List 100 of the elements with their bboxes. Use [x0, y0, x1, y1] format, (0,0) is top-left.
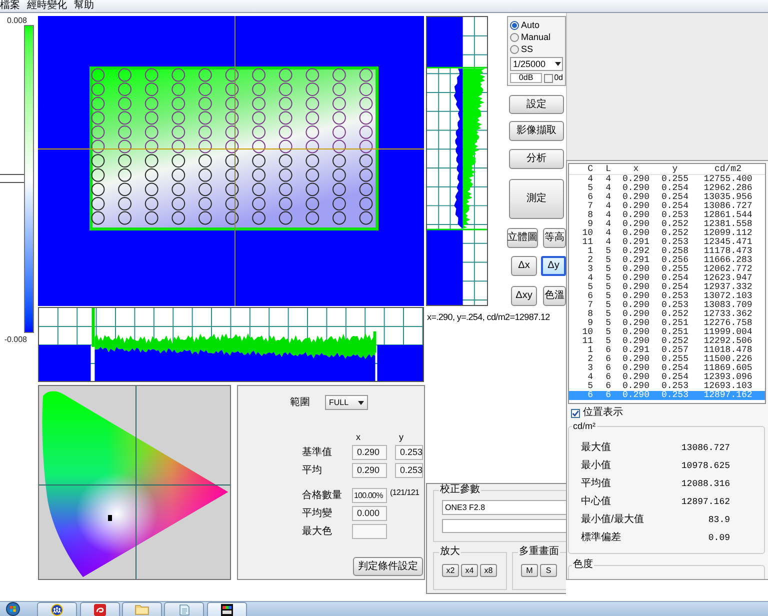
column-header[interactable]: cd/m2 — [691, 164, 765, 174]
gain-field[interactable]: 0dB — [510, 73, 542, 83]
range-dropdown[interactable]: FULL — [325, 395, 368, 410]
column-header[interactable]: C — [569, 164, 597, 174]
zoom-button[interactable]: x2 — [442, 564, 459, 577]
measurement-circle — [359, 140, 373, 154]
measurement-circle — [172, 154, 186, 168]
range-label: 範圍 — [290, 398, 310, 408]
measurement-circle — [198, 154, 212, 168]
table-row[interactable]: 6 4 0.290 0.254 13035.956 — [569, 193, 765, 202]
view-button[interactable]: 色溫 — [543, 286, 566, 306]
checkbox-option[interactable]: 0d — [544, 74, 563, 82]
table-cell-text: 12962.286 — [702, 184, 754, 193]
view-button[interactable]: 等高 — [543, 228, 566, 248]
table-cell-text: 0.290 — [621, 193, 650, 202]
table-row[interactable]: 2 5 0.291 0.256 11666.283 — [569, 256, 765, 265]
column-header[interactable]: y — [659, 164, 691, 174]
table-row[interactable]: 4 5 0.290 0.254 12623.947 — [569, 274, 765, 283]
table-cell-text: 0.290 — [621, 355, 650, 364]
table-cell-text: 12861.544 — [702, 211, 754, 220]
table-row[interactable]: 9 5 0.290 0.251 12276.758 — [569, 319, 765, 328]
measurement-circle — [225, 96, 239, 110]
measurement-circle — [172, 96, 186, 110]
stat-value: 13086.727 — [681, 444, 730, 452]
input-field[interactable] — [442, 519, 567, 533]
table-row[interactable]: 10 5 0.290 0.251 11999.004 — [569, 328, 765, 337]
table-cell-text: 0.254 — [660, 283, 690, 292]
criteria-button[interactable]: 判定條件設定 — [353, 557, 423, 576]
table-row[interactable]: 1 5 0.292 0.258 11178.473 — [569, 247, 765, 256]
measurement-circle — [144, 68, 158, 82]
table-row[interactable]: 4 6 0.290 0.254 12393.096 — [569, 373, 765, 382]
view-button[interactable]: Δx — [511, 256, 537, 276]
table-row[interactable]: 6 5 0.290 0.253 13072.103 — [569, 292, 765, 301]
view-button[interactable]: Δy — [541, 256, 566, 276]
action-button[interactable]: 測定 — [509, 179, 564, 220]
table-row[interactable]: 8 5 0.290 0.252 12733.362 — [569, 310, 765, 319]
table-cell-text: 0.290 — [621, 229, 650, 238]
stat-label: 最小值/最大值 — [581, 515, 644, 525]
table-row[interactable]: 7 5 0.290 0.253 13083.709 — [569, 301, 765, 310]
measurement-circle — [359, 211, 373, 225]
measurement-circle — [144, 111, 158, 125]
view-mode-button[interactable]: M — [521, 564, 538, 577]
table-cell-text: 3 — [586, 265, 594, 274]
action-button[interactable]: 分析 — [509, 149, 564, 170]
radio-option[interactable]: SS — [510, 43, 563, 55]
menu-item[interactable]: 幫助 — [74, 0, 94, 12]
table-cell-text: 11178.473 — [702, 247, 754, 256]
view-mode-button[interactable]: S — [540, 564, 557, 577]
taskbar-button[interactable] — [207, 602, 247, 616]
table-cell-text: 0.291 — [621, 256, 650, 265]
table-row[interactable]: 10 4 0.290 0.252 12099.112 — [569, 229, 765, 238]
table-row[interactable]: 1 6 0.291 0.257 11018.478 — [569, 346, 765, 355]
readout-text: x=.290, y=.254, cd/m2=12987.12 — [427, 312, 550, 324]
table-row[interactable]: 3 6 0.290 0.254 11869.605 — [569, 364, 765, 373]
group-title: 放大 — [439, 546, 461, 558]
table-row[interactable]: 11 4 0.291 0.253 12345.471 — [569, 238, 765, 247]
measurement-circle — [332, 68, 346, 82]
table-cell-text: 0.290 — [621, 391, 650, 400]
measurement-circle — [359, 197, 373, 210]
table-row[interactable]: 7 4 0.290 0.254 13086.727 — [569, 202, 765, 211]
table-row[interactable]: 5 4 0.290 0.254 12962.286 — [569, 184, 765, 193]
table-cell-text: 0.253 — [660, 292, 690, 301]
menu-item[interactable]: 經時變化 — [27, 0, 67, 12]
measurement-circle — [172, 111, 186, 125]
table-row[interactable]: 3 5 0.290 0.255 12062.772 — [569, 265, 765, 274]
table-row[interactable]: 8 4 0.290 0.253 12861.544 — [569, 211, 765, 220]
column-header[interactable]: L — [597, 164, 613, 174]
radio-option[interactable]: Manual — [510, 31, 563, 43]
table-cell-text: 12693.103 — [702, 382, 754, 391]
measurement-circle — [118, 111, 132, 125]
action-button[interactable]: 設定 — [509, 94, 564, 114]
stat-label: 中心值 — [581, 497, 611, 507]
checkbox-option[interactable]: 位置表示 — [571, 407, 768, 419]
table-row[interactable]: 4 4 0.290 0.255 12755.400 — [569, 175, 765, 184]
zoom-button[interactable]: x4 — [461, 564, 478, 577]
action-button[interactable]: 影像擷取 — [509, 121, 564, 142]
measurement-circle — [225, 111, 239, 125]
radio-option[interactable]: Auto — [510, 19, 563, 31]
table-cell-text: 5 — [604, 283, 612, 292]
column-header[interactable]: x — [613, 164, 659, 174]
profile-field[interactable]: ONE3 F2.8 — [442, 500, 567, 515]
table-cell-text: 10 — [581, 229, 594, 238]
table-cell-text: 0.290 — [621, 175, 650, 184]
view-button[interactable]: Δxy — [511, 286, 537, 306]
start-orb-icon[interactable] — [6, 602, 20, 616]
table-row[interactable]: 5 5 0.290 0.254 12937.332 — [569, 283, 765, 292]
measurement-circle — [225, 168, 239, 182]
table-row[interactable]: 5 6 0.290 0.253 12693.103 — [569, 382, 765, 391]
table-row[interactable]: 11 5 0.290 0.252 12292.506 — [569, 337, 765, 346]
zoom-button[interactable]: x8 — [480, 564, 497, 577]
measurement-circle — [252, 96, 266, 110]
view-button[interactable]: 立體圖 — [507, 228, 538, 248]
table-cell-text: 0.290 — [621, 373, 650, 382]
table-row[interactable]: 9 4 0.290 0.252 12381.558 — [569, 220, 765, 229]
taskbar-button[interactable] — [37, 602, 77, 616]
table-row[interactable]: 2 6 0.290 0.255 11500.226 — [569, 355, 765, 364]
measurement-circle — [198, 82, 212, 96]
shutter-dropdown[interactable]: 1/25000 — [510, 57, 563, 71]
table-cell-text: 0.251 — [660, 328, 690, 337]
measurement-circle — [172, 168, 186, 182]
